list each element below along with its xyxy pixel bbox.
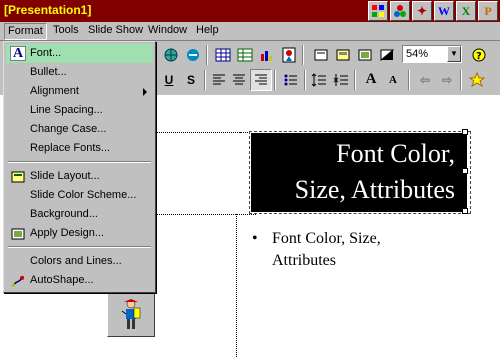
menu-item-label: Change Case... (30, 123, 107, 135)
decrease-font-size-button[interactable]: A (382, 69, 404, 91)
menu-item-label: Bullet... (30, 66, 67, 78)
menu-bar: Format Tools Slide Show Window Help (0, 22, 500, 41)
menu-item-label: Apply Design... (30, 227, 104, 239)
menu-item-slide-color-scheme[interactable]: Slide Color Scheme... (6, 186, 153, 205)
menu-separator (8, 161, 151, 163)
bullets-icon[interactable] (280, 69, 302, 91)
insert-table-icon[interactable] (212, 44, 234, 66)
powerpoint-icon[interactable]: P (478, 1, 498, 21)
menu-item-label: Slide Layout... (30, 170, 100, 182)
office-star-icon[interactable]: ✦ (412, 1, 432, 21)
menu-item-line-spacing[interactable]: Line Spacing... (6, 101, 153, 120)
window-title: [Presentation1] (4, 3, 92, 17)
menu-item-colors-and-lines[interactable]: Colors and Lines... (6, 252, 153, 271)
apply-design-toolbar-icon[interactable] (354, 44, 376, 66)
menu-item-replace-fonts[interactable]: Replace Fonts... (6, 139, 153, 158)
office-grid-icon[interactable] (368, 1, 388, 21)
slide-title-line-2: Size, Attributes (294, 175, 455, 204)
menu-item-bullet[interactable]: Bullet... (6, 63, 153, 82)
resize-handle[interactable] (462, 168, 468, 174)
slide-layout-toolbar-icon[interactable] (332, 44, 354, 66)
menu-item-label: Font... (30, 47, 62, 59)
slide-layout-icon (10, 169, 26, 184)
menu-item-label: Line Spacing... (30, 104, 103, 116)
menu-window[interactable]: Window (148, 24, 187, 36)
decrease-spacing-icon[interactable] (330, 69, 352, 91)
insert-worksheet-icon[interactable] (234, 44, 256, 66)
title-bar: [Presentation1] ✦ W X P (0, 0, 500, 22)
menu-item-change-case[interactable]: Change Case... (6, 120, 153, 139)
menu-item-label: Colors and Lines... (30, 255, 122, 267)
menu-tools[interactable]: Tools (53, 24, 79, 36)
menu-item-font[interactable]: A Font... (6, 44, 153, 63)
increase-spacing-icon[interactable] (308, 69, 330, 91)
format-menu: A Font... Bullet... Alignment Line Spaci… (3, 41, 156, 293)
menu-item-label: Alignment (30, 85, 79, 97)
apply-design-icon (10, 226, 26, 241)
globe-icon[interactable] (160, 44, 182, 66)
promote-arrow-icon[interactable]: ⇦ (414, 69, 436, 91)
help-icon[interactable]: ? (468, 44, 490, 66)
menu-format[interactable]: Format (4, 23, 47, 40)
menu-item-background[interactable]: Background... (6, 205, 153, 224)
align-right-icon[interactable] (250, 69, 272, 91)
insert-clipart-icon[interactable] (278, 44, 300, 66)
slide-title-line-1: Font Color, (336, 139, 455, 168)
animation-effects-icon[interactable] (466, 69, 488, 91)
menu-item-apply-design[interactable]: Apply Design... (6, 224, 153, 243)
zoom-select[interactable]: 54% ▼ (402, 45, 462, 63)
new-slide-icon[interactable] (310, 44, 332, 66)
word-icon[interactable]: W (434, 1, 454, 21)
menu-separator (8, 246, 151, 248)
menu-item-label: Slide Color Scheme... (30, 189, 137, 201)
black-white-view-icon[interactable] (376, 44, 398, 66)
hyperlink-icon[interactable] (182, 44, 204, 66)
menu-item-slide-layout[interactable]: Slide Layout... (6, 167, 153, 186)
bullet-symbol: • (252, 230, 258, 247)
office-shortcut-bar: ✦ W X P (368, 1, 498, 21)
excel-icon[interactable]: X (456, 1, 476, 21)
underline-button[interactable]: U (158, 69, 180, 91)
menu-item-autoshape[interactable]: AutoShape... (6, 271, 153, 290)
menu-help[interactable]: Help (196, 24, 219, 36)
resize-handle[interactable] (462, 129, 468, 135)
insert-chart-icon[interactable] (256, 44, 278, 66)
shadow-button[interactable]: S (180, 69, 202, 91)
submenu-arrow-icon (143, 88, 147, 96)
zoom-value: 54% (406, 48, 429, 60)
bullet-item: Font Color, Size, Attributes (272, 230, 381, 269)
menu-item-label: Background... (30, 208, 98, 220)
menu-slide-show[interactable]: Slide Show (88, 24, 143, 36)
clipart-image[interactable] (107, 293, 155, 337)
demote-arrow-icon[interactable]: ⇨ (436, 69, 458, 91)
menu-item-label: Replace Fonts... (30, 142, 111, 154)
chevron-down-icon[interactable]: ▼ (447, 46, 461, 62)
slide-title[interactable]: Font Color, Size, Attributes (251, 133, 467, 212)
font-icon: A (10, 46, 26, 61)
increase-font-size-button[interactable]: A (360, 68, 382, 90)
align-center-icon[interactable] (228, 69, 250, 91)
office-network-icon[interactable] (390, 1, 410, 21)
align-left-icon[interactable] (208, 69, 230, 91)
svg-text:?: ? (476, 51, 482, 62)
resize-handle[interactable] (462, 208, 468, 214)
menu-item-label: AutoShape... (30, 274, 94, 286)
menu-item-alignment[interactable]: Alignment (6, 82, 153, 101)
autoshape-icon (10, 273, 26, 288)
